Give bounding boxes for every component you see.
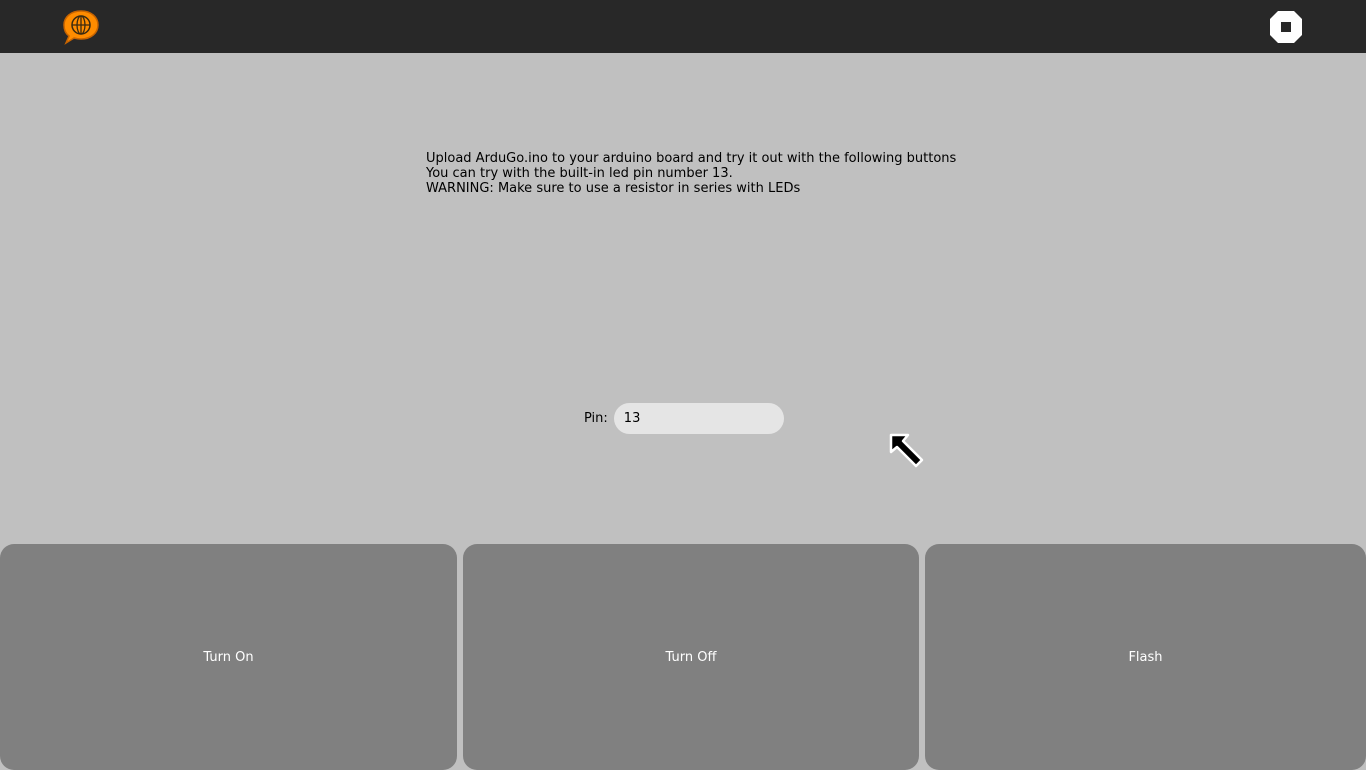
instructions-line-1: Upload ArduGo.ino to your arduino board …	[426, 151, 957, 166]
instructions-line-2: You can try with the built-in led pin nu…	[426, 166, 733, 181]
instructions-line-3: WARNING: Make sure to use a resistor in …	[426, 181, 801, 196]
activity-globe-icon[interactable]	[61, 9, 101, 45]
flash-label: Flash	[1128, 649, 1163, 665]
pin-input[interactable]	[613, 403, 784, 434]
turn-off-button[interactable]: Turn Off	[463, 544, 919, 770]
turn-off-label: Turn Off	[665, 649, 717, 665]
pin-label: Pin:	[584, 411, 608, 426]
turn-on-button[interactable]: Turn On	[0, 544, 457, 770]
stop-button[interactable]	[1266, 8, 1306, 46]
stop-icon	[1270, 11, 1302, 43]
pin-row: Pin:	[584, 403, 784, 434]
toolbar	[0, 0, 1366, 53]
turn-on-label: Turn On	[203, 649, 254, 665]
instructions-text: Upload ArduGo.ino to your arduino board …	[426, 151, 956, 196]
flash-button[interactable]: Flash	[925, 544, 1366, 770]
